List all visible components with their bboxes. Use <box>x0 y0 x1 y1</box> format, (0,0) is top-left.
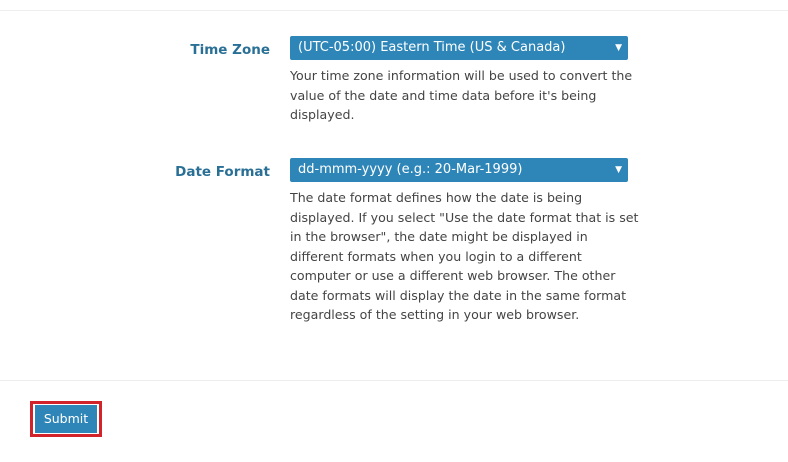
date-format-help-text: The date format defines how the date is … <box>290 190 639 322</box>
bottom-divider <box>0 380 788 381</box>
settings-page: Time Zone (UTC-05:00) Eastern Time (US &… <box>0 0 788 462</box>
chevron-down-icon: ▼ <box>615 43 622 53</box>
date-format-label: Date Format <box>175 164 270 180</box>
time-zone-help-text: Your time zone information will be used … <box>290 68 633 122</box>
date-format-select[interactable]: dd-mmm-yyyy (e.g.: 20-Mar-1999) ▼ <box>290 158 628 182</box>
time-zone-select[interactable]: (UTC-05:00) Eastern Time (US & Canada) ▼ <box>290 36 628 60</box>
submit-button[interactable]: Submit <box>35 405 97 433</box>
top-divider <box>0 10 788 11</box>
time-zone-selected-value: (UTC-05:00) Eastern Time (US & Canada) <box>298 40 566 55</box>
chevron-down-icon: ▼ <box>615 165 622 175</box>
time-zone-label: Time Zone <box>190 42 270 58</box>
date-format-selected-value: dd-mmm-yyyy (e.g.: 20-Mar-1999) <box>298 162 523 177</box>
